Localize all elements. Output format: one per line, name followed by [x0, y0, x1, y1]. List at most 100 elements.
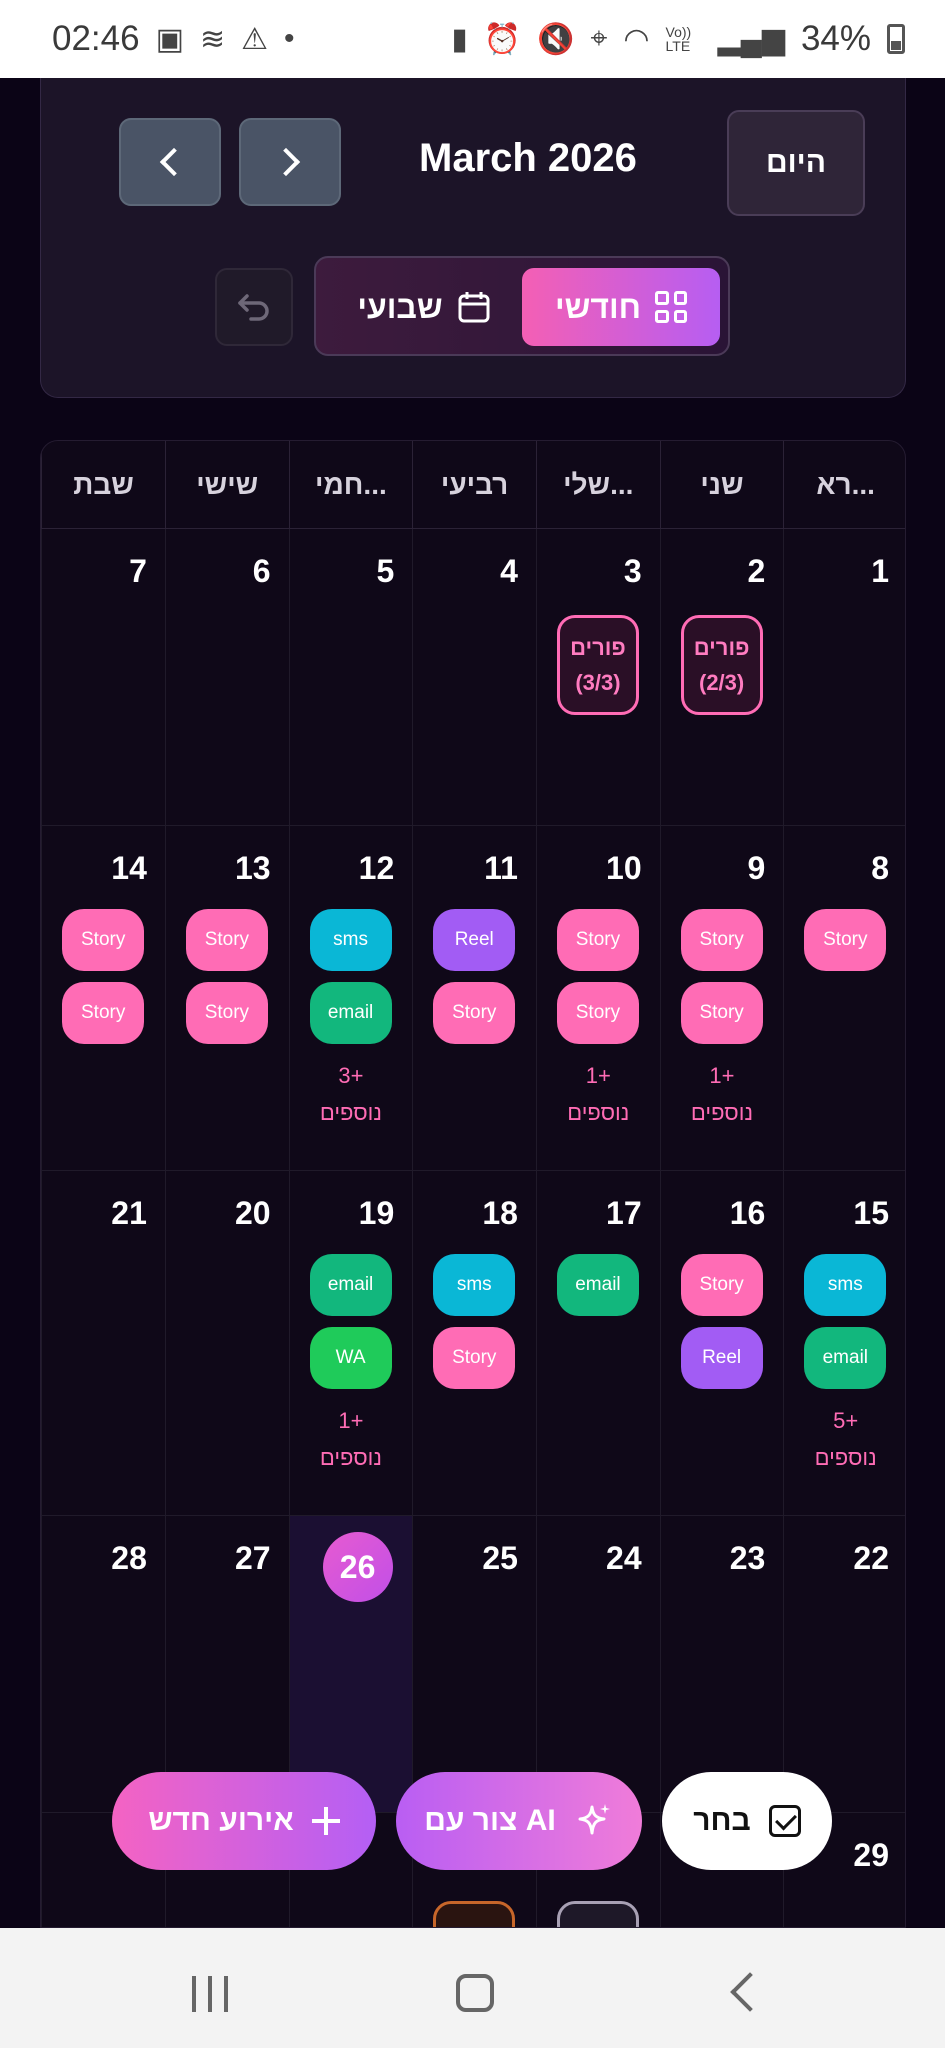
event-chip-email[interactable]: email — [309, 1254, 392, 1316]
day-cell[interactable]: 25 — [412, 1516, 536, 1812]
event-chip-sms[interactable]: sms — [309, 909, 392, 971]
today-day-number: 26 — [322, 1532, 393, 1602]
day-cell[interactable]: 5 — [288, 529, 413, 825]
day-cell[interactable]: 27 — [164, 1516, 289, 1812]
day-cell[interactable]: 24 — [535, 1516, 660, 1812]
day-cell[interactable]: 16 Story Reel — [659, 1171, 784, 1515]
create-with-ai-button[interactable]: צור עם AI — [396, 1772, 642, 1870]
event-chip-story[interactable]: Story — [62, 909, 145, 971]
month-calendar: רא... שני שלי... רביעי חמי... שישי שבת 1 2 פורים… — [40, 440, 906, 1928]
day-number: 13 — [234, 850, 271, 886]
day-number: 11 — [484, 850, 518, 886]
recent-apps-icon[interactable] — [192, 1976, 228, 2012]
more-events-link[interactable]: 1+ נוספים — [290, 1402, 413, 1477]
undo-icon — [238, 294, 269, 321]
event-chip-story[interactable]: Story — [556, 982, 639, 1044]
grid-icon — [655, 291, 688, 323]
day-number: 17 — [606, 1195, 642, 1231]
battery-icon — [887, 24, 905, 54]
home-icon[interactable] — [456, 1974, 494, 2012]
event-chip-story[interactable]: Story — [433, 982, 516, 1044]
event-chip-story[interactable]: Story — [185, 909, 268, 971]
day-cell[interactable]: 6 — [164, 529, 289, 825]
event-chip-partial[interactable] — [433, 1901, 516, 1927]
more-events-link[interactable]: 3+ נוספים — [290, 1057, 413, 1132]
day-cell[interactable]: 22 — [783, 1516, 905, 1812]
day-cell[interactable]: 20 — [164, 1171, 289, 1515]
day-cell[interactable]: 9 Story Story 1+ נוספים — [659, 826, 784, 1170]
more-events-suffix: נוספים — [319, 1445, 382, 1471]
day-cell[interactable]: 3 פורים (3/3) — [535, 529, 660, 825]
prev-month-button[interactable] — [119, 118, 221, 206]
event-chip-email[interactable]: email — [556, 1254, 639, 1316]
weekday-label: חמי... — [288, 441, 413, 529]
day-number: 24 — [606, 1540, 642, 1576]
day-number: 2 — [747, 553, 766, 589]
day-number: 22 — [853, 1540, 889, 1576]
more-events-count: 1+ — [709, 1063, 735, 1088]
event-chip-story[interactable]: Story — [680, 909, 763, 971]
back-icon[interactable] — [730, 1972, 770, 2012]
more-events-link[interactable]: 5+ נוספים — [784, 1402, 905, 1477]
alarm-icon: ⏰ — [483, 22, 522, 56]
new-event-button[interactable]: אירוע חדש — [112, 1772, 376, 1870]
day-cell[interactable]: 28 — [41, 1516, 165, 1812]
more-events-count: 5+ — [833, 1408, 859, 1433]
day-cell[interactable]: 10 Story Story 1+ נוספים — [535, 826, 660, 1170]
day-cell[interactable]: 23 — [659, 1516, 784, 1812]
more-events-count: 1+ — [338, 1408, 364, 1433]
gallery-icon: ▣ — [155, 22, 184, 56]
week-row: 15 sms email 5+ נוספים 16 Story Reel 17 email 18 sm… — [41, 1171, 905, 1516]
view-monthly-button[interactable]: חודשי — [522, 268, 720, 346]
event-chip-story[interactable]: Story — [680, 1254, 763, 1316]
event-chip-email[interactable]: email — [309, 982, 392, 1044]
event-chip-story[interactable]: Story — [62, 982, 145, 1044]
today-button[interactable]: היום — [727, 110, 865, 216]
day-cell[interactable]: 19 email WA 1+ נוספים — [288, 1171, 413, 1515]
day-cell[interactable]: 17 email — [535, 1171, 660, 1515]
event-chip-sms[interactable]: sms — [433, 1254, 516, 1316]
holiday-event[interactable]: פורים (3/3) — [556, 615, 639, 715]
event-chip-reel[interactable]: Reel — [433, 909, 516, 971]
calendar-header: March 2026 היום שבועי חודשי — [40, 78, 906, 398]
event-chip-story[interactable]: Story — [433, 1327, 516, 1389]
event-chip-sms[interactable]: sms — [804, 1254, 887, 1316]
day-number: 25 — [482, 1540, 518, 1576]
day-cell[interactable]: 21 — [41, 1171, 165, 1515]
day-number: 7 — [129, 553, 147, 589]
view-weekly-button[interactable]: שבועי — [334, 268, 514, 346]
event-chip-email[interactable]: email — [804, 1327, 887, 1389]
event-chip-story[interactable]: Story — [185, 982, 268, 1044]
weekday-label: שישי — [164, 441, 289, 529]
sparkle-icon — [578, 1804, 610, 1835]
event-chip-story[interactable]: Story — [556, 909, 639, 971]
next-month-button[interactable] — [239, 118, 341, 206]
day-cell[interactable]: 12 sms email 3+ נוספים — [288, 826, 413, 1170]
day-cell[interactable]: 1 — [783, 529, 905, 825]
day-cell[interactable]: 18 sms Story — [412, 1171, 536, 1515]
day-number: 18 — [482, 1195, 518, 1231]
event-chip-wa[interactable]: WA — [309, 1327, 392, 1389]
undo-button[interactable] — [215, 268, 293, 346]
day-cell[interactable]: 8 Story — [783, 826, 905, 1170]
status-bar: 02:46 ▣ ≋ ⚠ • ▮ ⏰ 🔇 ⌖ ◠ Vo)) LTE ▂▄▆ 34% — [0, 0, 945, 78]
week-row: 22 23 24 25 26 27 28 — [41, 1516, 905, 1813]
day-cell[interactable]: 11 Reel Story — [412, 826, 536, 1170]
event-chip-story[interactable]: Story — [804, 909, 887, 971]
event-chip-partial[interactable] — [556, 1901, 639, 1927]
more-events-link[interactable]: 1+ נוספים — [661, 1057, 784, 1132]
day-number: 16 — [729, 1195, 766, 1231]
day-cell[interactable]: 13 Story Story — [164, 826, 289, 1170]
day-cell[interactable]: 15 sms email 5+ נוספים — [783, 1171, 905, 1515]
day-cell[interactable]: 2 פורים (2/3) — [659, 529, 784, 825]
select-button[interactable]: בחר — [662, 1772, 832, 1870]
chevron-right-icon — [271, 147, 301, 177]
day-cell[interactable]: 14 Story Story — [41, 826, 165, 1170]
day-cell[interactable]: 7 — [41, 529, 165, 825]
day-cell-today[interactable]: 26 — [288, 1516, 413, 1812]
day-cell[interactable]: 4 — [412, 529, 536, 825]
more-events-link[interactable]: 1+ נוספים — [537, 1057, 660, 1132]
holiday-event[interactable]: פורים (2/3) — [680, 615, 763, 715]
event-chip-story[interactable]: Story — [680, 982, 763, 1044]
event-chip-reel[interactable]: Reel — [680, 1327, 763, 1389]
